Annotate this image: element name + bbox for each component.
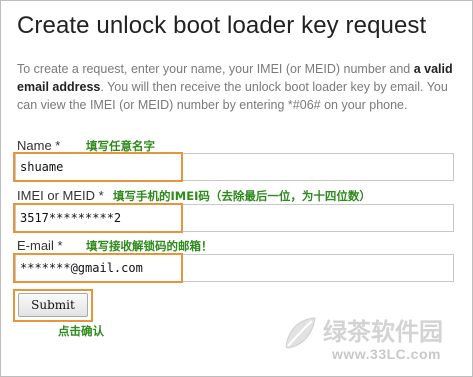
name-label: Name * [17, 138, 61, 153]
imei-input-value: 3517*********2 [20, 211, 122, 225]
email-annotation: 填写接收解锁码的邮箱！ [86, 239, 213, 253]
submit-annotation: 点击确认 [58, 324, 104, 338]
email-label: E-mail * [17, 238, 63, 253]
imei-label: IMEI or MEID * [17, 188, 104, 203]
instructions-part1: To create a request, enter your name, yo… [17, 62, 414, 76]
page-title: Create unlock boot loader key request [17, 12, 427, 39]
watermark-brand: 绿茶软件园 [323, 318, 443, 346]
name-annotation: 填写任意名字 [86, 139, 155, 153]
name-input-value: shuame [20, 160, 64, 174]
submit-button[interactable]: Submit [18, 293, 88, 317]
leaf-logo-icon [285, 317, 316, 349]
watermark-url: www.33LC.com [332, 346, 441, 362]
email-input-value: *******@gmail.com [20, 261, 143, 275]
imei-annotation: 填写手机的IMEI码（去除最后一位，为十四位数） [113, 189, 371, 203]
instructions-text: To create a request, enter your name, yo… [17, 60, 457, 114]
name-input[interactable] [15, 153, 454, 181]
